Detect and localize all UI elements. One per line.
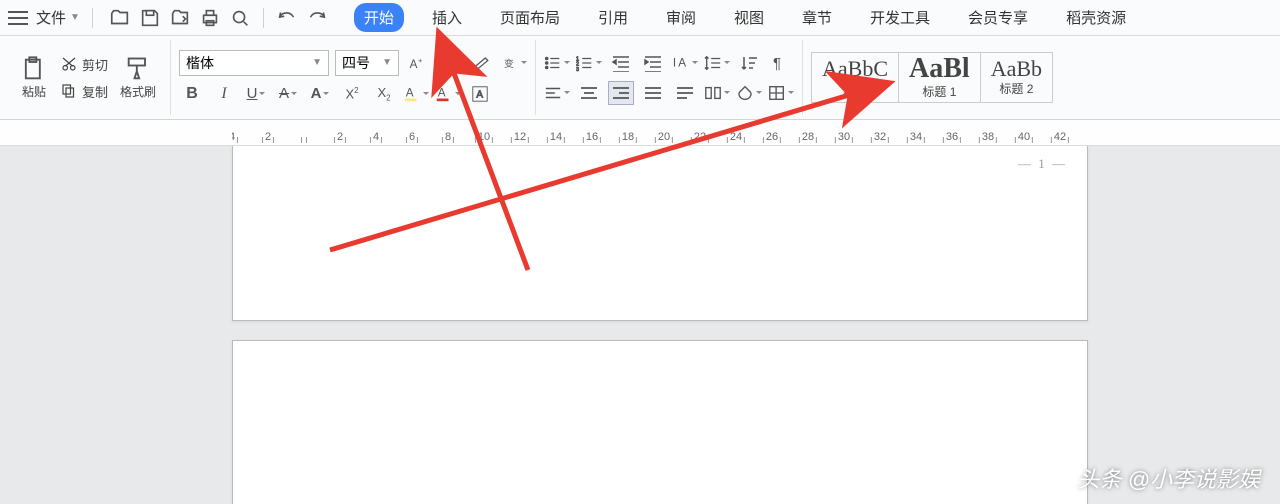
style-heading1[interactable]: AaBl 标题 1: [898, 52, 981, 103]
tab-sections[interactable]: 章节: [792, 3, 842, 32]
line-spacing-icon[interactable]: [704, 51, 730, 75]
font-color-icon[interactable]: A: [435, 82, 461, 106]
print-icon[interactable]: [199, 7, 221, 29]
tab-start[interactable]: 开始: [354, 3, 404, 32]
file-menu[interactable]: 文件▼: [30, 3, 86, 32]
align-center-icon[interactable]: [576, 81, 602, 105]
styles-gallery[interactable]: AaBbC 正文 AaBl 标题 1 AaBb 标题 2: [811, 52, 1053, 103]
redo-icon[interactable]: [306, 7, 328, 29]
columns-icon[interactable]: [704, 81, 730, 105]
underline-button[interactable]: U: [243, 82, 269, 106]
svg-text:3: 3: [576, 67, 579, 72]
ruler[interactable]: 4224681012141618202224262830323436384042: [0, 120, 1280, 146]
ribbon-tabs: 开始 插入 页面布局 引用 审阅 视图 章节 开发工具 会员专享 稻壳资源: [354, 3, 1136, 32]
subscript-icon[interactable]: X2: [371, 82, 397, 106]
font-size-select[interactable]: 四号▼: [335, 50, 399, 76]
tab-developer[interactable]: 开发工具: [860, 3, 940, 32]
tab-layout[interactable]: 页面布局: [490, 3, 570, 32]
align-left-icon[interactable]: [544, 81, 570, 105]
paste-button[interactable]: 粘贴: [14, 55, 54, 100]
tab-insert[interactable]: 插入: [422, 3, 472, 32]
preview-icon[interactable]: [229, 7, 251, 29]
save-icon[interactable]: [139, 7, 161, 29]
tab-review[interactable]: 审阅: [656, 3, 706, 32]
phonetic-icon[interactable]: 变: [501, 51, 527, 75]
style-normal[interactable]: AaBbC 正文: [811, 52, 899, 103]
tab-view[interactable]: 视图: [724, 3, 774, 32]
tab-references[interactable]: 引用: [588, 3, 638, 32]
document-page-2[interactable]: [232, 340, 1088, 504]
clear-format-icon[interactable]: [469, 51, 495, 75]
highlight-icon[interactable]: A: [403, 82, 429, 106]
sort-icon[interactable]: [736, 51, 762, 75]
indent-dec-icon[interactable]: [608, 51, 634, 75]
format-painter-button[interactable]: 格式刷: [114, 55, 162, 100]
svg-text:A: A: [442, 58, 450, 71]
text-effect-icon[interactable]: A: [307, 82, 333, 106]
text-direction-icon[interactable]: IA: [672, 51, 698, 75]
bold-button[interactable]: B: [179, 82, 205, 106]
superscript-icon[interactable]: X2: [339, 82, 365, 106]
tab-member[interactable]: 会员专享: [958, 3, 1038, 32]
shrink-font-icon[interactable]: A-: [437, 51, 463, 75]
tab-resources[interactable]: 稻壳资源: [1056, 3, 1136, 32]
copy-button[interactable]: 复制: [60, 82, 108, 101]
char-border-icon[interactable]: A: [467, 82, 493, 106]
svg-text:A: A: [438, 86, 446, 99]
grow-font-icon[interactable]: A+: [405, 51, 431, 75]
font-family-select[interactable]: 楷体▼: [179, 50, 329, 76]
svg-text:A: A: [406, 86, 414, 99]
hamburger-menu[interactable]: [8, 11, 28, 25]
cut-button[interactable]: 剪切: [60, 55, 108, 74]
watermark: 头条 @小李说影娱: [1078, 462, 1260, 494]
svg-text:+: +: [418, 56, 423, 65]
indent-inc-icon[interactable]: [640, 51, 666, 75]
bullets-icon[interactable]: [544, 51, 570, 75]
undo-icon[interactable]: [276, 7, 298, 29]
shading-icon[interactable]: [736, 81, 762, 105]
svg-text:A: A: [410, 58, 418, 71]
distribute-icon[interactable]: [672, 81, 698, 105]
page-number: — 1 —: [1018, 156, 1067, 172]
italic-button[interactable]: I: [211, 82, 237, 106]
svg-text:¶: ¶: [773, 55, 781, 72]
strike-button[interactable]: A: [275, 82, 301, 106]
align-justify-icon[interactable]: [640, 81, 666, 105]
borders-icon[interactable]: [768, 81, 794, 105]
open-icon[interactable]: [109, 7, 131, 29]
svg-text:变: 变: [504, 56, 514, 69]
align-right-icon[interactable]: [608, 81, 634, 105]
svg-text:-: -: [450, 56, 453, 65]
svg-text:I: I: [673, 56, 676, 69]
svg-text:A: A: [678, 56, 686, 69]
numbering-icon[interactable]: 123: [576, 51, 602, 75]
style-heading2[interactable]: AaBb 标题 2: [980, 52, 1053, 103]
show-marks-icon[interactable]: ¶: [768, 51, 794, 75]
svg-text:A: A: [476, 89, 483, 100]
document-page-1[interactable]: — 1 —: [232, 146, 1088, 321]
export-icon[interactable]: [169, 7, 191, 29]
